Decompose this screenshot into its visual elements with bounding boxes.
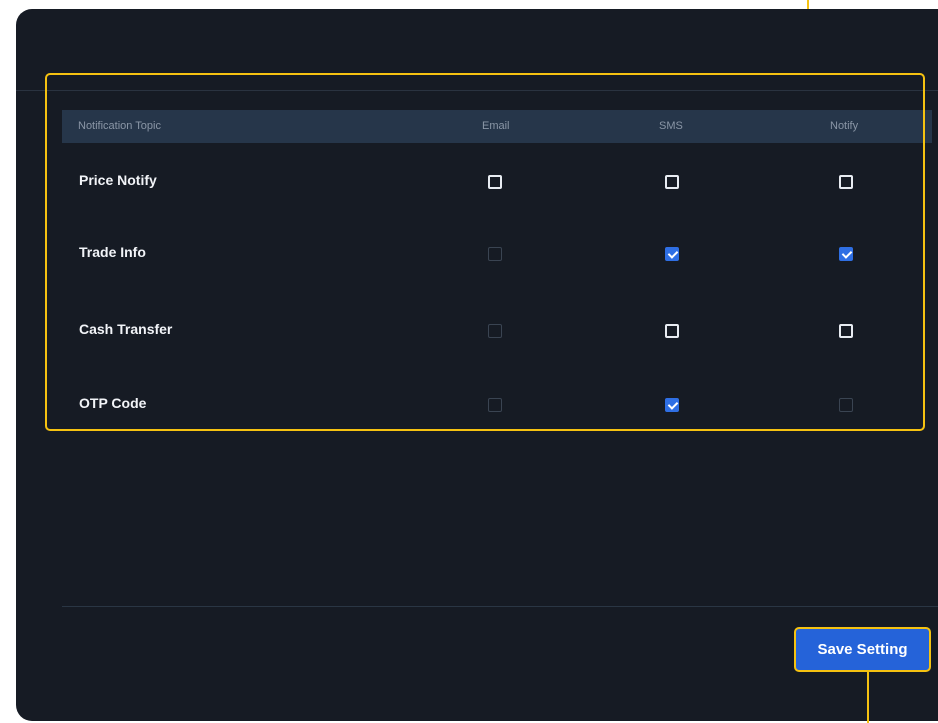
row-label: Trade Info [79,244,146,260]
row-label: OTP Code [79,395,147,411]
table-row-trade-info: Trade Info [62,234,932,274]
email-checkbox [488,398,502,412]
sms-checkbox[interactable] [665,247,679,261]
email-checkbox[interactable] [488,175,502,189]
email-checkbox [488,247,502,261]
save-setting-button[interactable]: Save Setting [794,627,931,672]
sms-checkbox[interactable] [665,324,679,338]
row-label: Price Notify [79,172,157,188]
sms-checkbox[interactable] [665,398,679,412]
table-row-cash-transfer: Cash Transfer [62,311,932,351]
table-row-otp-code: OTP Code [62,385,932,425]
header-notify: Notify [830,120,859,132]
notify-checkbox [839,398,853,412]
header-sms: SMS [659,120,683,132]
annotation-pointer-bottom [867,672,869,723]
sms-checkbox[interactable] [665,175,679,189]
header-notification-topic: Notification Topic [78,120,161,132]
notify-checkbox[interactable] [839,175,853,189]
notify-checkbox[interactable] [839,324,853,338]
footer-divider [62,606,938,607]
table-row-price-notify: Price Notify [62,162,932,202]
top-divider [16,90,938,91]
email-checkbox [488,324,502,338]
notify-checkbox[interactable] [839,247,853,261]
table-header: Notification Topic Email SMS Notify [62,110,932,143]
header-email: Email [482,120,510,132]
row-label: Cash Transfer [79,321,173,337]
